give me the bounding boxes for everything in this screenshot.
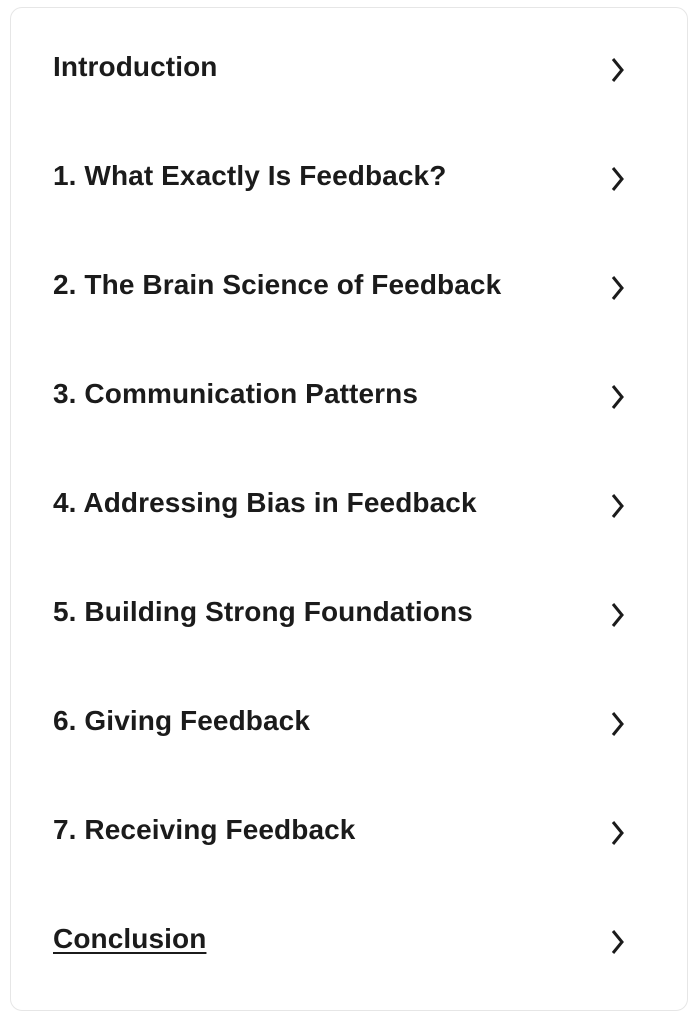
toc-item-label[interactable]: 5. Building Strong Foundations [53,595,473,629]
chevron-right-icon [611,58,624,82]
toc-item-label[interactable]: 3. Communication Patterns [53,377,418,411]
chevron-right-icon [611,821,624,845]
chevron-right-icon [611,385,624,409]
toc-item-conclusion[interactable]: Conclusion [11,880,687,989]
toc-item-communication-patterns[interactable]: 3. Communication Patterns [11,335,687,444]
toc-item-strong-foundations[interactable]: 5. Building Strong Foundations [11,553,687,662]
toc-item-label[interactable]: 1. What Exactly Is Feedback? [53,159,446,193]
toc-item-label[interactable]: 4. Addressing Bias in Feedback [53,486,477,520]
chevron-right-icon [611,712,624,736]
toc-item-introduction[interactable]: Introduction [11,8,687,117]
toc-item-addressing-bias[interactable]: 4. Addressing Bias in Feedback [11,444,687,553]
chevron-right-icon [611,167,624,191]
chevron-right-icon [611,930,624,954]
chevron-right-icon [611,603,624,627]
chevron-right-icon [611,276,624,300]
toc-item-label[interactable]: Introduction [53,50,218,84]
toc-item-label[interactable]: 6. Giving Feedback [53,704,310,738]
toc-item-receiving-feedback[interactable]: 7. Receiving Feedback [11,771,687,880]
chevron-right-icon [611,494,624,518]
toc-item-label[interactable]: 2. The Brain Science of Feedback [53,268,501,302]
toc-item-giving-feedback[interactable]: 6. Giving Feedback [11,662,687,771]
toc-item-label[interactable]: 7. Receiving Feedback [53,813,355,847]
toc-item-label-active[interactable]: Conclusion [53,922,206,956]
table-of-contents-card: Introduction 1. What Exactly Is Feedback… [10,7,688,1011]
toc-item-what-is-feedback[interactable]: 1. What Exactly Is Feedback? [11,117,687,226]
toc-item-brain-science[interactable]: 2. The Brain Science of Feedback [11,226,687,335]
